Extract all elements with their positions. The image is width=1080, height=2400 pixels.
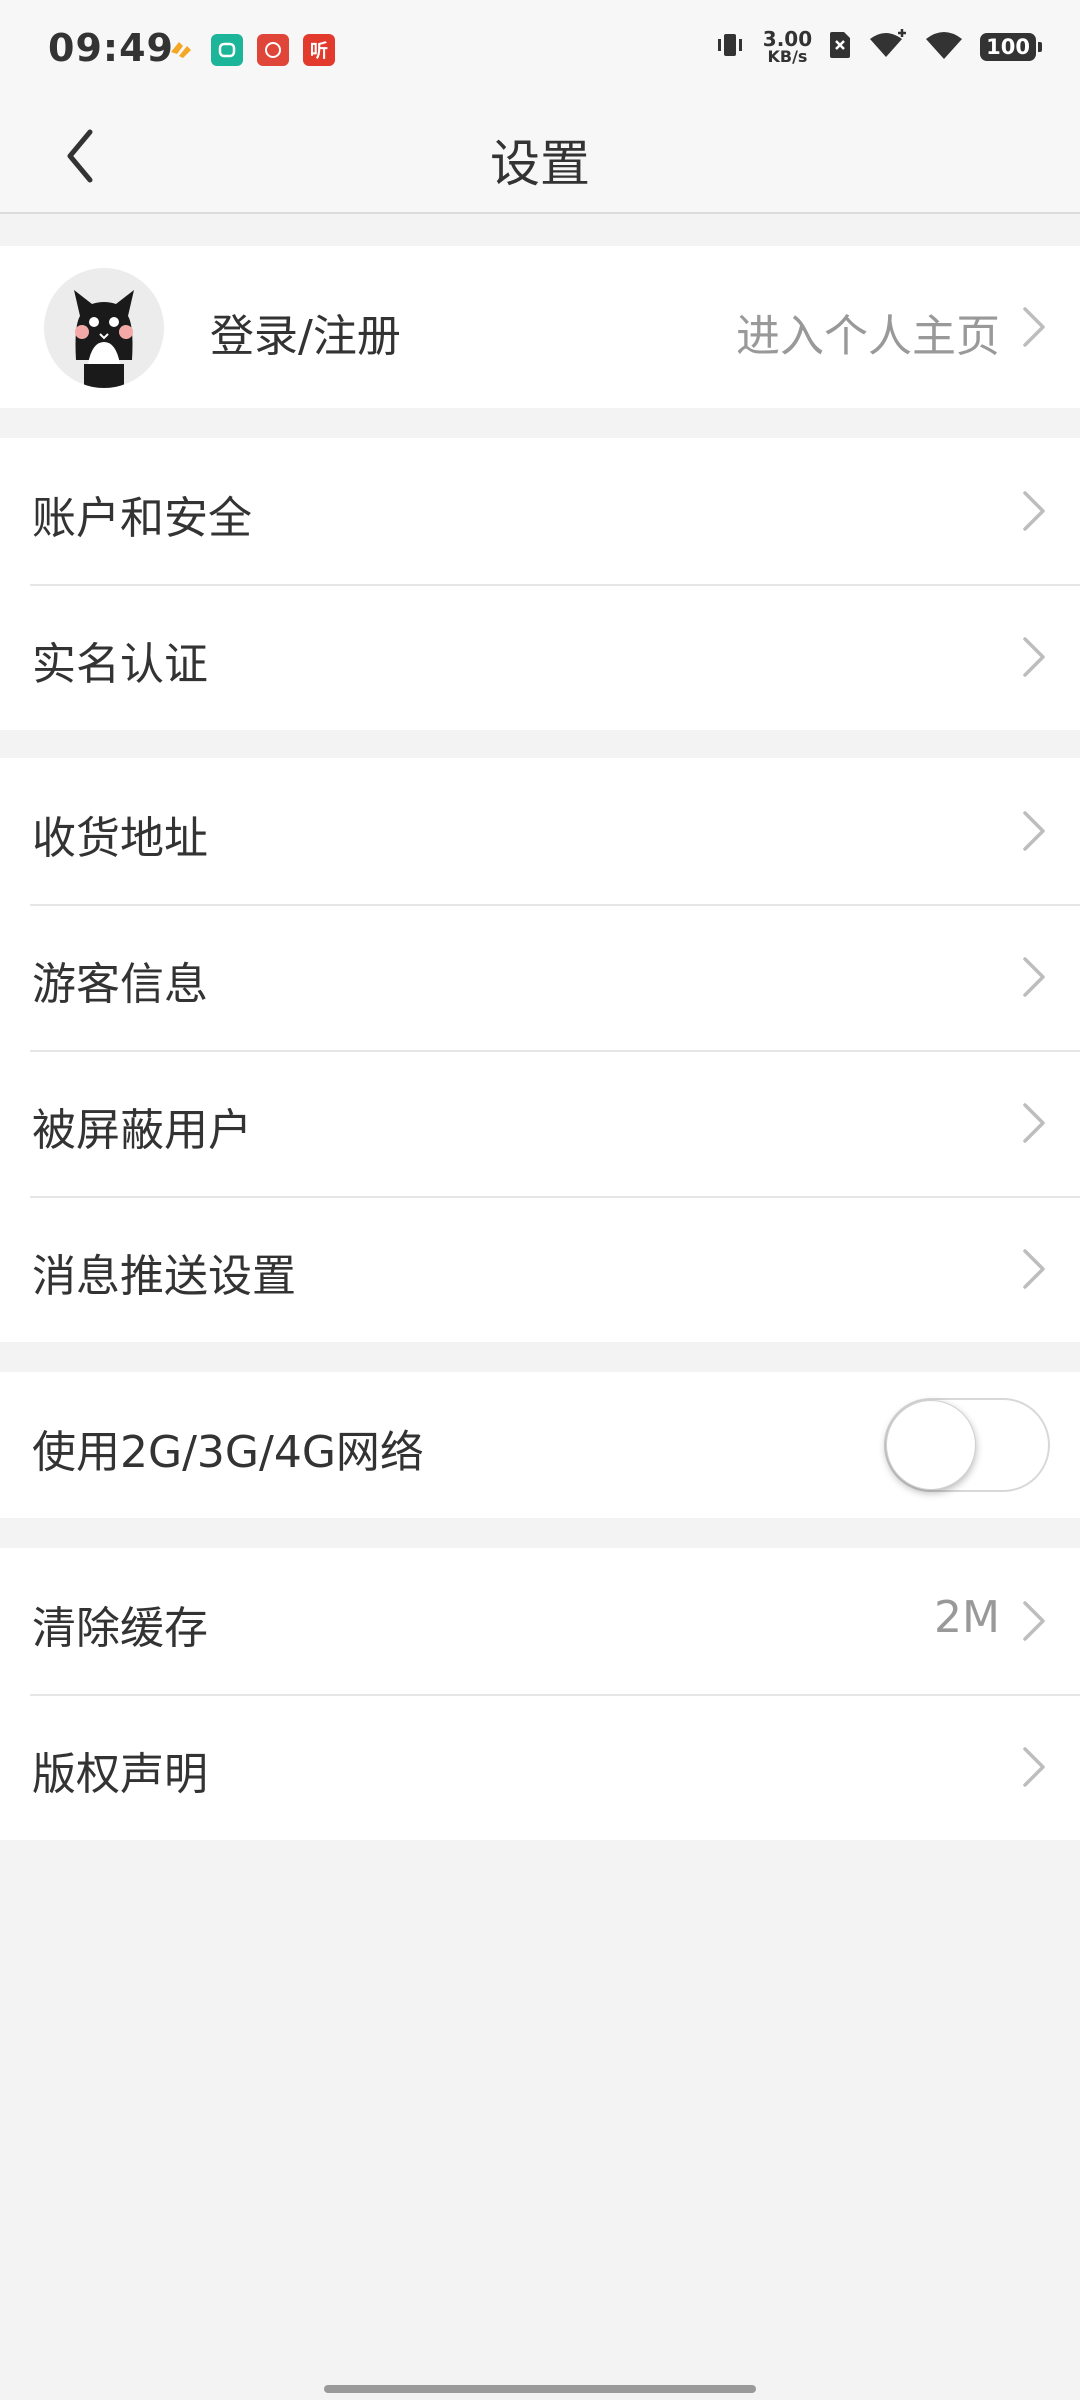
- status-right: 3.00 KB/s 100: [713, 28, 1042, 66]
- row-label: 被屏蔽用户: [32, 1105, 252, 1156]
- settings-row-clear-cache[interactable]: 清除缓存 2M: [0, 1548, 1080, 1694]
- header: 设置: [0, 100, 1080, 214]
- home-indicator[interactable]: [324, 2385, 756, 2393]
- listen-notification-icon: 听: [303, 34, 335, 66]
- login-register-label: 登录/注册: [210, 311, 401, 362]
- settings-row-real-name[interactable]: 实名认证: [0, 584, 1080, 730]
- row-label: 使用2G/3G/4G网络: [32, 1427, 424, 1478]
- notification-icons: 听: [165, 34, 335, 66]
- row-label: 清除缓存: [32, 1603, 208, 1654]
- profile-row[interactable]: 登录/注册 进入个人主页: [0, 246, 1080, 408]
- chevron-right-icon: [1014, 1598, 1054, 1644]
- settings-row-shipping-address[interactable]: 收货地址: [0, 758, 1080, 904]
- row-label: 版权声明: [32, 1749, 208, 1800]
- sim-off-icon: [828, 30, 852, 64]
- chevron-right-icon: [1014, 1744, 1054, 1790]
- chevron-right-icon: [1014, 488, 1054, 534]
- chevron-right-icon: [1014, 1100, 1054, 1146]
- chevron-right-icon: [1014, 634, 1054, 680]
- chevron-right-icon: [1014, 808, 1054, 854]
- chevron-right-icon: [1014, 1246, 1054, 1292]
- toggle-knob: [886, 1400, 976, 1490]
- cat-avatar-icon: [44, 268, 164, 388]
- wifi-plus-icon: [868, 29, 908, 65]
- net-speed-value: 3.00: [762, 27, 813, 51]
- settings-row-copyright[interactable]: 版权声明: [0, 1694, 1080, 1840]
- network-section: 使用2G/3G/4G网络: [0, 1372, 1080, 1518]
- page-title: 设置: [490, 135, 590, 193]
- profile-page-link[interactable]: 进入个人主页: [736, 300, 1000, 364]
- taobao-notification-icon: [257, 34, 289, 66]
- row-label: 游客信息: [32, 959, 208, 1010]
- account-section: 账户和安全 实名认证: [0, 438, 1080, 730]
- settings-row-push-settings[interactable]: 消息推送设置: [0, 1196, 1080, 1342]
- mobile-network-toggle[interactable]: [884, 1398, 1050, 1492]
- misc-section: 清除缓存 2M 版权声明: [0, 1548, 1080, 1840]
- mi-notification-icon: [211, 34, 243, 66]
- chevron-right-icon: [1014, 304, 1054, 350]
- settings-row-blocked-users[interactable]: 被屏蔽用户: [0, 1050, 1080, 1196]
- profile-section: 登录/注册 进入个人主页: [0, 246, 1080, 408]
- chevron-right-icon: [1014, 954, 1054, 1000]
- info-section: 收货地址 游客信息 被屏蔽用户 消息推送设置: [0, 758, 1080, 1342]
- settings-row-account-security[interactable]: 账户和安全: [0, 438, 1080, 584]
- row-label: 收货地址: [32, 813, 208, 864]
- vibrate-icon: [713, 28, 747, 66]
- row-label: 账户和安全: [32, 493, 252, 544]
- row-label: 消息推送设置: [32, 1251, 296, 1302]
- settings-row-mobile-network: 使用2G/3G/4G网络: [0, 1372, 1080, 1518]
- row-label: 实名认证: [32, 639, 208, 690]
- cache-size-value: 2M: [934, 1592, 1000, 1643]
- battery-indicator: 100: [980, 33, 1042, 61]
- wifi-icon: [924, 29, 964, 65]
- avatar[interactable]: [44, 268, 164, 388]
- net-speed: 3.00 KB/s: [763, 29, 812, 65]
- settings-row-visitor-info[interactable]: 游客信息: [0, 904, 1080, 1050]
- net-speed-unit: KB/s: [767, 47, 808, 66]
- status-time: 09:49: [48, 26, 174, 70]
- app-notification-icon: [165, 34, 197, 66]
- status-bar: 09:49 听 3.00 KB/s 100: [0, 0, 1080, 100]
